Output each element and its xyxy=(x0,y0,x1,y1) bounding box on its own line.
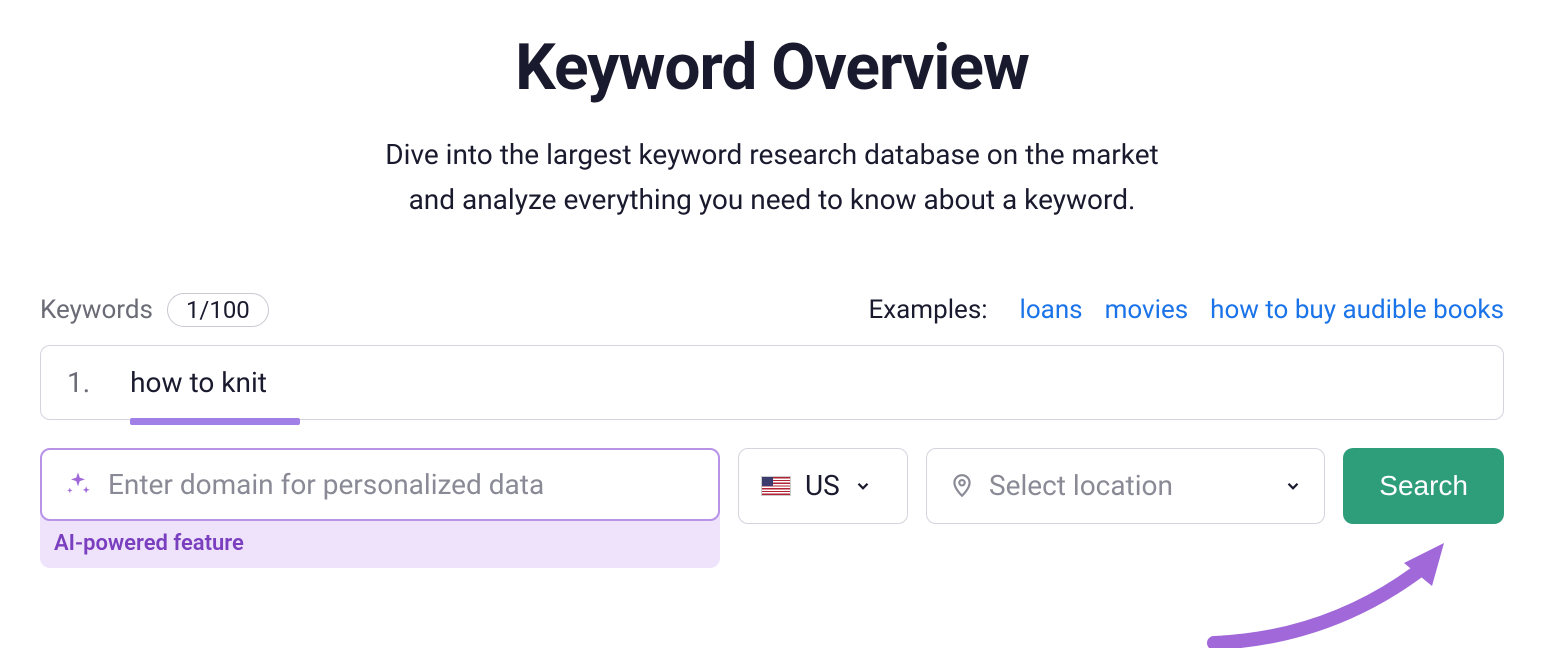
keyword-input-row[interactable]: 1. xyxy=(40,345,1504,420)
page-subtitle: Dive into the largest keyword research d… xyxy=(40,133,1504,223)
subtitle-line-1: Dive into the largest keyword research d… xyxy=(385,138,1158,171)
us-flag-icon xyxy=(761,476,791,496)
page-title: Keyword Overview xyxy=(40,30,1504,105)
ai-feature-label: AI-powered feature xyxy=(40,521,720,556)
domain-field[interactable] xyxy=(40,448,720,521)
example-link-movies[interactable]: movies xyxy=(1105,295,1189,325)
domain-field-wrap: AI-powered feature xyxy=(40,448,720,568)
highlight-underline xyxy=(130,418,300,425)
chevron-down-icon xyxy=(854,477,872,495)
example-link-loans[interactable]: loans xyxy=(1020,295,1083,325)
examples-label: Examples: xyxy=(868,295,987,325)
country-code-label: US xyxy=(805,469,840,502)
sparkle-icon xyxy=(64,470,92,498)
examples-wrap: Examples: loans movies how to buy audibl… xyxy=(868,295,1504,325)
search-button[interactable]: Search xyxy=(1343,448,1504,524)
form-top-row: Keywords 1/100 Examples: loans movies ho… xyxy=(40,293,1504,327)
row-number: 1. xyxy=(67,366,90,399)
domain-input[interactable] xyxy=(108,468,696,501)
example-link-audible[interactable]: how to buy audible books xyxy=(1210,295,1504,325)
search-form: Keywords 1/100 Examples: loans movies ho… xyxy=(40,293,1504,568)
location-pin-icon xyxy=(949,473,975,499)
keywords-label-wrap: Keywords 1/100 xyxy=(40,293,269,327)
keywords-label: Keywords xyxy=(40,295,153,325)
location-selector[interactable]: Select location xyxy=(926,448,1325,524)
country-selector[interactable]: US xyxy=(738,448,908,524)
chevron-down-icon xyxy=(1284,477,1302,495)
location-placeholder: Select location xyxy=(989,469,1270,502)
subtitle-line-2: and analyze everything you need to know … xyxy=(409,183,1136,216)
keyword-text-wrap xyxy=(130,366,1330,399)
keywords-count-badge: 1/100 xyxy=(167,293,269,327)
keyword-input[interactable] xyxy=(130,366,1330,399)
controls-row: AI-powered feature US Select location xyxy=(40,448,1504,568)
